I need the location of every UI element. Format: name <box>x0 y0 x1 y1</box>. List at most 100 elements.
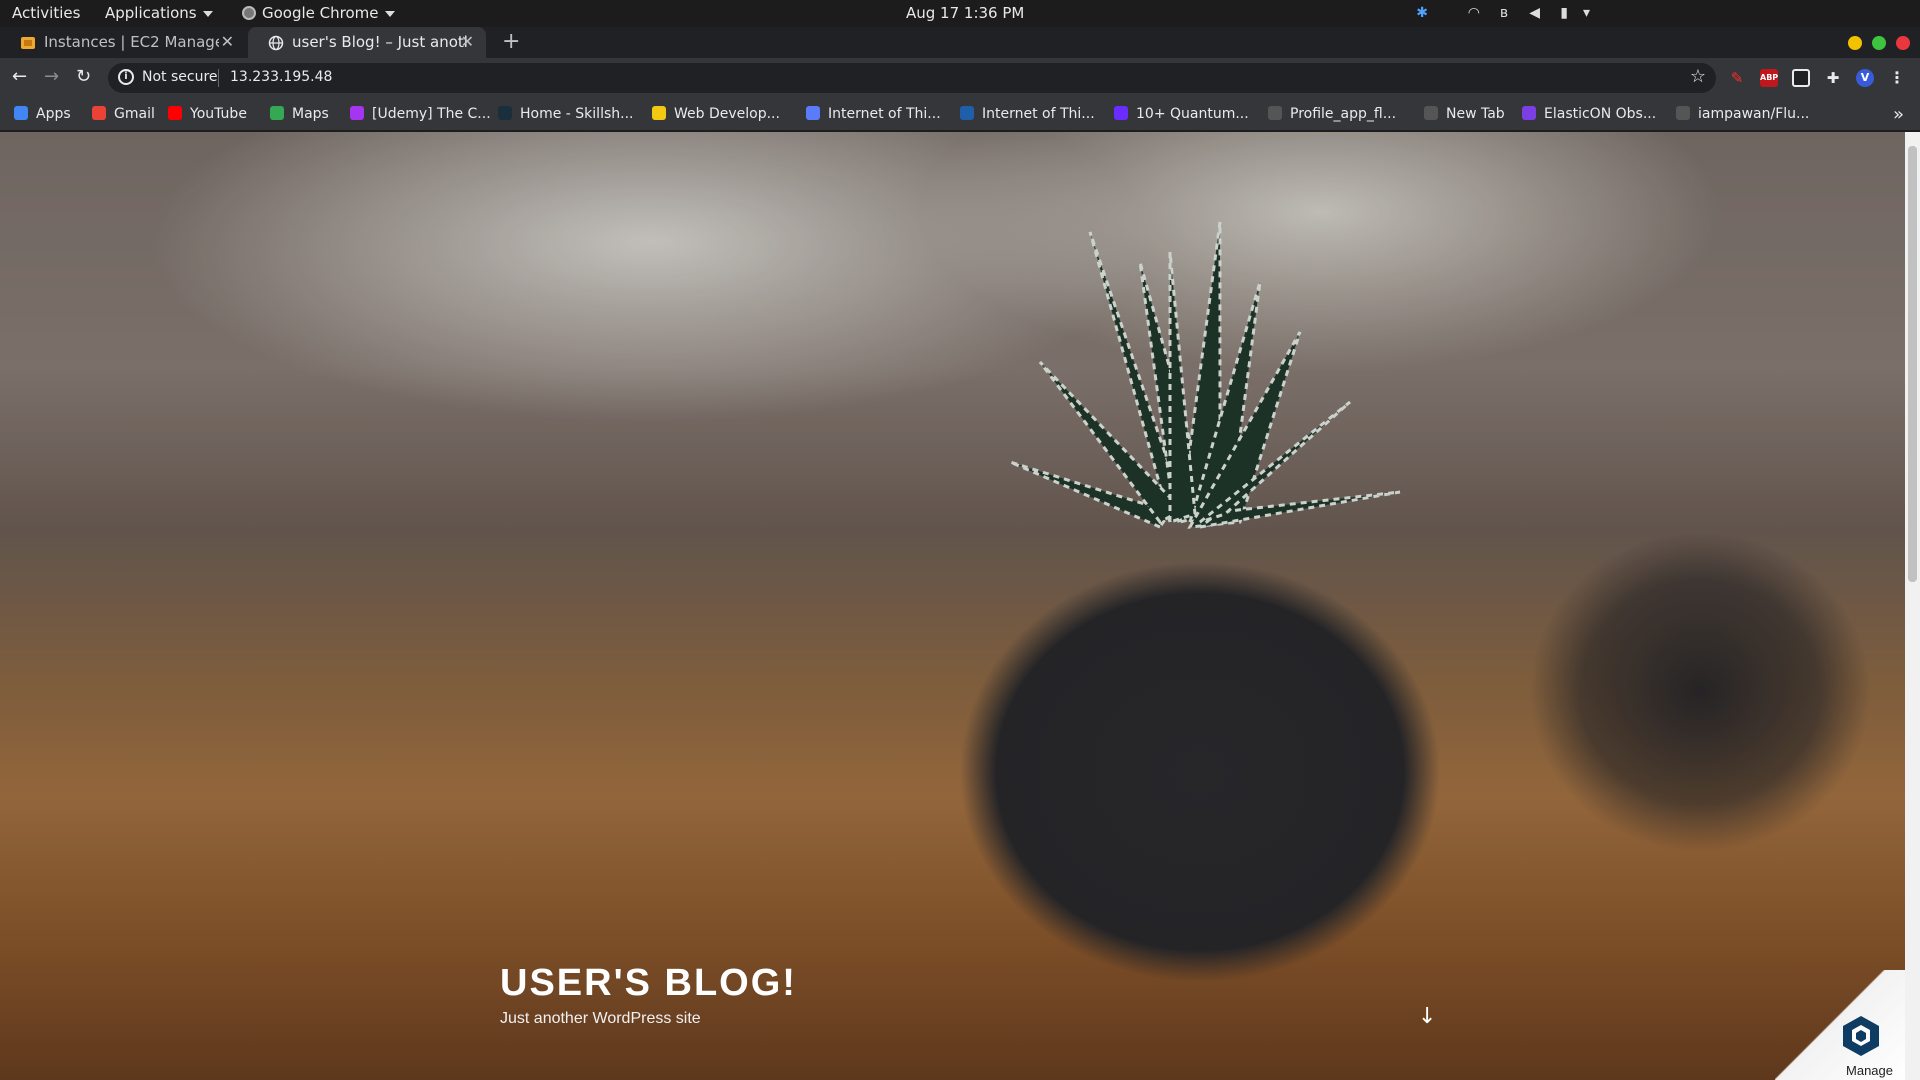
manage-label[interactable]: Manage <box>1846 1063 1893 1078</box>
bookmark-label: [Udemy] The C... <box>372 106 491 122</box>
applications-label: Applications <box>105 4 197 22</box>
clock[interactable]: Aug 17 1:36 PM <box>906 4 1024 22</box>
bookmark-item[interactable]: [Udemy] The C... <box>350 106 491 122</box>
bookmark-item[interactable]: Internet of Thi... <box>806 106 941 122</box>
bookmark-favicon-icon <box>14 106 28 120</box>
gnome-top-bar: Activities Applications Google Chrome Au… <box>0 0 1920 27</box>
extension-icon[interactable] <box>1792 69 1810 87</box>
tab-strip: Instances | EC2 Management Console ✕ use… <box>0 27 1920 58</box>
close-icon[interactable]: ✕ <box>221 32 234 51</box>
address-bar[interactable]: i Not secure 13.233.195.48 ☆ <box>108 63 1716 93</box>
bluetooth-status-icon[interactable]: ✱ <box>1416 5 1428 21</box>
battery-icon[interactable]: ▮ <box>1560 5 1568 21</box>
bookmark-label: YouTube <box>190 106 247 122</box>
bookmark-favicon-icon <box>270 106 284 120</box>
bookmark-favicon-icon <box>806 106 820 120</box>
tab-ec2[interactable]: Instances | EC2 Management Console ✕ <box>0 27 246 58</box>
minimize-button[interactable] <box>1848 36 1862 50</box>
chevron-down-icon <box>202 10 213 17</box>
bluetooth-icon[interactable]: ʙ <box>1500 5 1508 21</box>
bookmark-favicon-icon <box>1268 106 1282 120</box>
pen-extension-icon[interactable]: ✎ <box>1728 69 1746 87</box>
bookmark-item[interactable]: Web Develop... <box>652 106 780 122</box>
browser-toolbar: ← → ↻ i Not secure 13.233.195.48 ☆ ✎ ABP… <box>0 58 1920 98</box>
profile-avatar[interactable]: V <box>1856 69 1874 87</box>
web-page: USER'S BLOG! Just another WordPress site… <box>0 132 1905 1080</box>
jetpack-hexagon-icon <box>1843 1016 1879 1056</box>
close-window-button[interactable] <box>1896 36 1910 50</box>
bookmark-label: ElasticON Obs... <box>1544 106 1657 122</box>
site-tagline: Just another WordPress site <box>500 1010 701 1027</box>
scrollbar-thumb[interactable] <box>1908 146 1917 582</box>
bookmark-label: iampawan/Flu... <box>1698 106 1810 122</box>
kebab-menu-icon[interactable]: ⋮ <box>1888 69 1906 87</box>
bookmark-label: New Tab <box>1446 106 1505 122</box>
bookmark-favicon-icon <box>1522 106 1536 120</box>
divider <box>218 69 219 87</box>
bookmark-label: 10+ Quantum... <box>1136 106 1249 122</box>
manage-panel[interactable]: Manage <box>1775 970 1905 1080</box>
bookmark-label: Home - Skillsh... <box>520 106 634 122</box>
applications-menu[interactable]: Applications <box>105 4 213 22</box>
info-icon[interactable]: i <box>118 69 134 85</box>
bookmark-item[interactable]: Apps <box>14 106 71 122</box>
bookmark-favicon-icon <box>92 106 106 120</box>
bookmark-item[interactable]: Maps <box>270 106 329 122</box>
bookmark-item[interactable]: Internet of Thi... <box>960 106 1095 122</box>
bookmark-item[interactable]: New Tab <box>1424 106 1505 122</box>
wifi-icon[interactable]: ◠ <box>1468 5 1480 21</box>
scrollbar[interactable] <box>1905 132 1920 1080</box>
globe-icon <box>268 35 284 51</box>
url-text[interactable]: 13.233.195.48 <box>230 69 332 85</box>
forward-button[interactable]: → <box>44 66 59 87</box>
bookmark-item[interactable]: Home - Skillsh... <box>498 106 633 122</box>
close-icon[interactable]: ✕ <box>461 32 474 51</box>
bookmark-favicon-icon <box>350 106 364 120</box>
chevron-right-icon[interactable]: » <box>1893 104 1904 125</box>
bookmark-favicon-icon <box>652 106 666 120</box>
bookmark-item[interactable]: YouTube <box>168 106 247 122</box>
security-label[interactable]: Not secure <box>142 69 218 85</box>
bookmark-item[interactable]: Gmail <box>92 106 155 122</box>
bookmark-favicon-icon <box>960 106 974 120</box>
bookmark-item[interactable]: Profile_app_fl... <box>1268 106 1396 122</box>
app-menu[interactable]: Google Chrome <box>242 4 395 22</box>
bookmark-item[interactable]: 10+ Quantum... <box>1114 106 1249 122</box>
tab-title: Instances | EC2 Management Console <box>44 33 219 51</box>
bookmarks-bar: » Apps Gmail YouTube Maps [Udemy] The C... Ho… <box>0 98 1920 131</box>
reload-button[interactable]: ↻ <box>76 66 91 87</box>
bookmark-label: Internet of Thi... <box>982 106 1095 122</box>
chrome-icon <box>242 6 256 20</box>
adblock-extension-icon[interactable]: ABP <box>1760 69 1778 87</box>
bookmark-favicon-icon <box>1676 106 1690 120</box>
bookmark-item[interactable]: ElasticON Obs... <box>1522 106 1656 122</box>
screen: Activities Applications Google Chrome Au… <box>0 0 1920 1080</box>
bookmark-star-icon[interactable]: ☆ <box>1690 66 1706 87</box>
scroll-down-arrow-icon[interactable]: ↓ <box>1418 1004 1436 1029</box>
chevron-down-icon <box>384 10 395 17</box>
bookmark-item[interactable]: iampawan/Flu... <box>1676 106 1809 122</box>
activities-button[interactable]: Activities <box>12 4 80 22</box>
bookmark-favicon-icon <box>1114 106 1128 120</box>
chevron-down-icon[interactable]: ▾ <box>1583 5 1590 21</box>
volume-icon[interactable]: ◀ <box>1529 5 1540 21</box>
puzzle-icon[interactable]: ✚ <box>1824 69 1842 87</box>
back-button[interactable]: ← <box>12 66 27 87</box>
new-tab-button[interactable]: + <box>502 29 520 54</box>
tab-blog[interactable]: user's Blog! – Just another WordPress si… <box>248 27 486 58</box>
bookmark-label: Internet of Thi... <box>828 106 941 122</box>
bookmark-label: Maps <box>292 106 329 122</box>
bookmark-label: Apps <box>36 106 71 122</box>
maximize-button[interactable] <box>1872 36 1886 50</box>
app-menu-label: Google Chrome <box>262 4 379 22</box>
bookmark-label: Profile_app_fl... <box>1290 106 1397 122</box>
bookmark-favicon-icon <box>168 106 182 120</box>
aws-icon <box>21 37 35 49</box>
bookmark-favicon-icon <box>498 106 512 120</box>
tab-title: user's Blog! – Just another WordPress si… <box>292 33 467 51</box>
site-title[interactable]: USER'S BLOG! <box>500 962 797 1005</box>
bookmark-favicon-icon <box>1424 106 1438 120</box>
hero-overlay <box>0 132 1905 1080</box>
bookmark-label: Gmail <box>114 106 155 122</box>
bookmark-label: Web Develop... <box>674 106 780 122</box>
